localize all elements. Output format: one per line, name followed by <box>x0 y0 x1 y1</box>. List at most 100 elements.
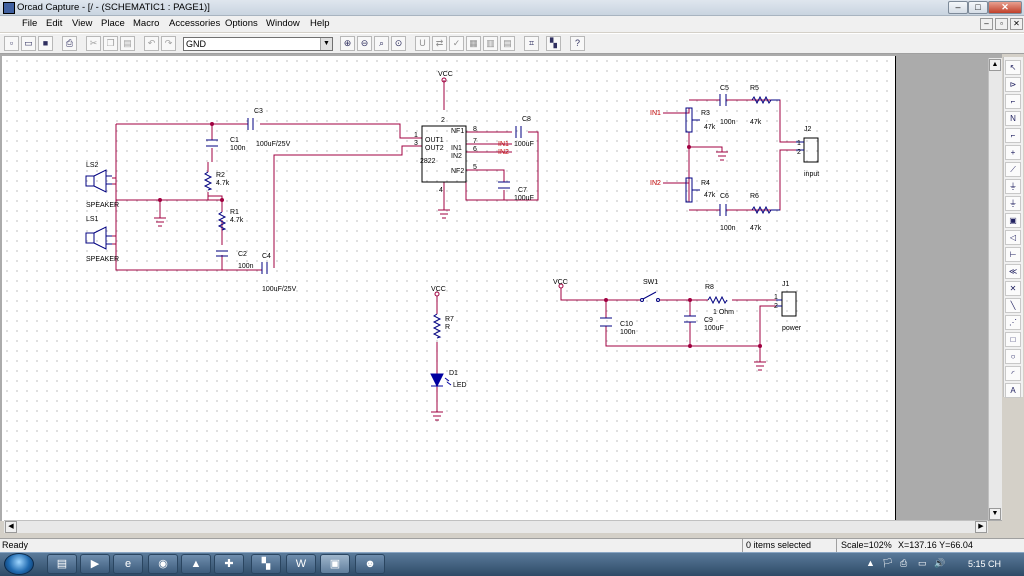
network-app-icon[interactable]: ▚ <box>251 554 281 574</box>
drc-icon[interactable]: ✓ <box>449 36 464 51</box>
editor-app-icon[interactable]: W <box>286 554 316 574</box>
menu-window[interactable]: Window <box>264 17 302 31</box>
snap-grid-icon[interactable]: ⌗ <box>524 36 539 51</box>
d1-value: LED <box>453 382 467 389</box>
tray-network-icon[interactable]: ▭ <box>918 558 927 569</box>
menu-options[interactable]: Options <box>223 17 260 31</box>
r4-value: 47k <box>704 192 716 199</box>
close-button[interactable]: ✕ <box>988 1 1022 14</box>
new-file-icon[interactable]: ▫ <box>4 36 19 51</box>
menu-help[interactable]: Help <box>308 17 332 31</box>
messenger-icon[interactable]: ☻ <box>355 554 385 574</box>
vlc-icon[interactable]: ▲ <box>181 554 211 574</box>
annotate-icon[interactable]: U <box>415 36 430 51</box>
cut-icon[interactable]: ✂ <box>86 36 101 51</box>
minimize-button[interactable]: ‒ <box>948 1 968 14</box>
document-icon[interactable] <box>3 2 15 14</box>
mdi-restore-button[interactable]: ▫ <box>995 18 1008 30</box>
scroll-up-icon[interactable]: ▲ <box>989 59 1001 71</box>
c1-ref: C1 <box>230 137 239 144</box>
scroll-down-icon[interactable]: ▼ <box>989 508 1001 520</box>
scroll-right-icon[interactable]: ▶ <box>975 521 987 533</box>
menu-file[interactable]: File <box>20 17 39 31</box>
undo-icon[interactable]: ↶ <box>144 36 159 51</box>
place-part-icon[interactable]: ⊳ <box>1005 77 1021 92</box>
chevron-down-icon[interactable]: ▼ <box>320 38 332 50</box>
c1-value: 100n <box>230 145 246 152</box>
ic-out2: OUT2 <box>425 145 444 152</box>
status-coordinates: X=137.16 Y=66.04 <box>898 540 973 550</box>
zoom-in-icon[interactable]: ⊕ <box>340 36 355 51</box>
place-hierarchical-block-icon[interactable]: ▣ <box>1005 213 1021 228</box>
status-scale: Scale=102% <box>841 540 892 550</box>
clock[interactable]: 5:15 CH <box>968 559 1001 569</box>
menu-place[interactable]: Place <box>99 17 127 31</box>
window-title: Orcad Capture - [/ - (SCHEMATIC1 : PAGE1… <box>17 2 210 13</box>
tray-flag-icon[interactable]: 🏳 <box>882 558 893 569</box>
place-rectangle-icon[interactable]: □ <box>1005 332 1021 347</box>
tray-volume-icon[interactable]: 🔊 <box>934 558 945 569</box>
menu-view[interactable]: View <box>70 17 94 31</box>
menu-accessories[interactable]: Accessories <box>167 17 222 31</box>
maximize-button[interactable]: □ <box>968 1 988 14</box>
menu-edit[interactable]: Edit <box>44 17 64 31</box>
scroll-left-icon[interactable]: ◀ <box>5 521 17 533</box>
mdi-close-button[interactable]: ✕ <box>1010 18 1023 30</box>
place-arc-icon[interactable]: ◜ <box>1005 366 1021 381</box>
back-annotate-icon[interactable]: ⇄ <box>432 36 447 51</box>
open-folder-icon[interactable]: ▭ <box>21 36 36 51</box>
zoom-out-icon[interactable]: ⊖ <box>357 36 372 51</box>
place-port-icon[interactable]: ◁ <box>1005 230 1021 245</box>
place-net-alias-icon[interactable]: N <box>1005 111 1021 126</box>
place-wire-icon[interactable]: ⌐ <box>1005 94 1021 109</box>
j2-ref: J2 <box>804 126 812 133</box>
chrome-icon[interactable]: ◉ <box>148 554 178 574</box>
place-off-page-icon[interactable]: ≪ <box>1005 264 1021 279</box>
zoom-all-icon[interactable]: ⊙ <box>391 36 406 51</box>
copy-icon[interactable]: ❐ <box>103 36 118 51</box>
place-text-icon[interactable]: A <box>1005 383 1021 398</box>
netlist-icon[interactable]: ▦ <box>466 36 481 51</box>
place-bus-entry-icon[interactable]: ⟋ <box>1005 162 1021 177</box>
r8-ref: R8 <box>705 284 714 291</box>
paste-icon[interactable]: ▤ <box>120 36 135 51</box>
browser-icon[interactable]: e <box>113 554 143 574</box>
select-icon[interactable]: ↖ <box>1005 60 1021 75</box>
project-manager-icon[interactable]: ▚ <box>546 36 561 51</box>
pin-number: 6 <box>473 146 477 153</box>
r7-value: R <box>445 324 450 331</box>
place-ground-icon[interactable]: ⏚ <box>1005 196 1021 211</box>
media-player-icon[interactable]: ▶ <box>80 554 110 574</box>
menu-macro[interactable]: Macro <box>131 17 161 31</box>
start-button[interactable] <box>4 553 34 575</box>
place-power-icon[interactable]: ⏚ <box>1005 179 1021 194</box>
ic-part: 2822 <box>420 158 436 165</box>
help-icon[interactable]: ? <box>570 36 585 51</box>
schematic-canvas[interactable]: VCC VCC VCC LS2 SPEAKER LS1 SPEAKER C1 1… <box>2 56 894 519</box>
place-ellipse-icon[interactable]: ○ <box>1005 349 1021 364</box>
print-icon[interactable]: ⎙ <box>62 36 77 51</box>
part-value-combo[interactable]: GND <box>183 37 333 51</box>
redo-icon[interactable]: ↷ <box>161 36 176 51</box>
cross-reference-icon[interactable]: ▥ <box>483 36 498 51</box>
place-pin-icon[interactable]: ⊢ <box>1005 247 1021 262</box>
horizontal-scrollbar[interactable] <box>4 520 988 533</box>
speaker-label: SPEAKER <box>86 256 119 263</box>
place-no-connect-icon[interactable]: ✕ <box>1005 281 1021 296</box>
tray-expand-icon[interactable]: ▲ <box>866 558 875 568</box>
mdi-minimize-button[interactable]: ‒ <box>980 18 993 30</box>
ic-in2: IN2 <box>451 153 462 160</box>
c8-ref: C8 <box>522 116 531 123</box>
orcad-task-icon[interactable]: ▣ <box>320 554 350 574</box>
bill-of-materials-icon[interactable]: ▤ <box>500 36 515 51</box>
place-junction-icon[interactable]: + <box>1005 145 1021 160</box>
explorer-icon[interactable]: ▤ <box>47 554 77 574</box>
tray-device-icon[interactable]: ⎙ <box>900 558 907 569</box>
zoom-area-icon[interactable]: ⌕ <box>374 36 389 51</box>
vertical-scrollbar[interactable] <box>988 58 1002 520</box>
antivirus-icon[interactable]: ✚ <box>214 554 244 574</box>
place-polyline-icon[interactable]: ⋰ <box>1005 315 1021 330</box>
save-icon[interactable]: ■ <box>38 36 53 51</box>
place-bus-icon[interactable]: ⌐ <box>1005 128 1021 143</box>
place-line-icon[interactable]: ╲ <box>1005 298 1021 313</box>
